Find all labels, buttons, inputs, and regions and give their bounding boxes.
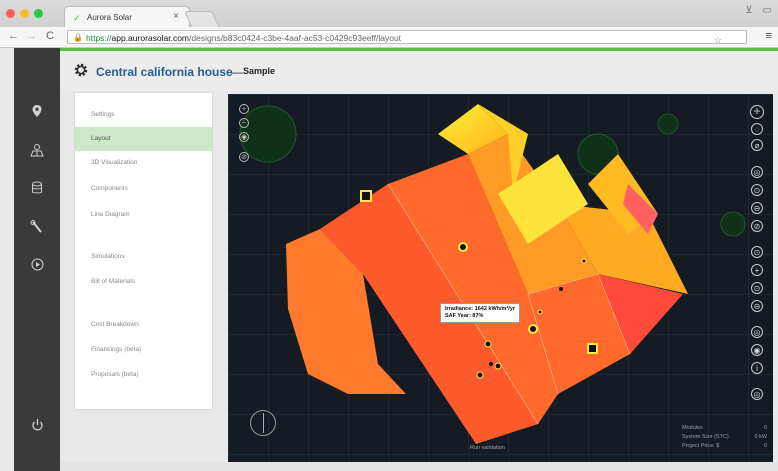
tool-icon[interactable]: ⊖	[751, 202, 763, 214]
project-title: Central california house	[96, 65, 233, 79]
browser-toolbar: ← → C 🔒 https://app.aurorasolar.com/desi…	[0, 27, 778, 48]
nav-item-cost-breakdown[interactable]: Cost Breakdown	[75, 313, 212, 337]
tool-icon[interactable]: ⊖	[751, 300, 763, 312]
settings-gear-icon[interactable]	[73, 62, 89, 78]
close-window-button[interactable]	[6, 9, 15, 18]
tree-shade	[657, 113, 679, 135]
window-buttons: ⊻ ▭	[745, 5, 772, 16]
menu-icon[interactable]: ≡	[766, 30, 772, 42]
title-separator: —	[231, 65, 243, 79]
tool-icon[interactable]: ◎	[751, 326, 763, 338]
rotate-icon[interactable]: ⊘	[239, 152, 249, 162]
nav-item-line-diagram[interactable]: Line Diagram	[75, 203, 212, 227]
window-restore-icon[interactable]: ▭	[763, 5, 772, 16]
irradiance-tooltip: Irradiance: 1642 kWh/m²/yr SAF Year: 87%	[440, 303, 521, 323]
tab-close-icon[interactable]: ×	[173, 11, 179, 22]
system-size-value: 0 kW	[754, 434, 767, 440]
project-header: Central california house — Sample	[60, 51, 778, 91]
bookmark-star-icon[interactable]: ☆	[714, 33, 722, 43]
power-icon[interactable]	[14, 418, 60, 435]
tool-icon[interactable]: ◎	[751, 388, 763, 400]
browser-tab-bar: ✓ Aurora Solar × ⊻ ▭	[0, 0, 778, 28]
center-icon[interactable]: ◉	[239, 132, 249, 142]
database-icon[interactable]	[14, 181, 60, 198]
profile-icon[interactable]: ⊻	[745, 5, 752, 16]
page-footer	[60, 462, 778, 471]
zoom-out-icon[interactable]: −	[239, 118, 249, 128]
zoom-in-icon[interactable]: +	[239, 104, 249, 114]
play-circle-icon[interactable]	[14, 258, 60, 274]
lock-icon: 🔒	[73, 33, 83, 42]
nav-item-settings[interactable]: Settings	[75, 103, 212, 127]
nav-item-financings[interactable]: Financings (beta)	[75, 338, 212, 362]
nav-item-simulations[interactable]: Simulations	[75, 245, 212, 269]
project-subtitle: Sample	[243, 66, 276, 76]
system-size-label: System Size (STC)	[682, 434, 729, 440]
browser-tab[interactable]: ✓ Aurora Solar ×	[64, 6, 190, 27]
aurora-favicon-icon: ✓	[73, 13, 81, 23]
system-stats: Modules 0 System Size (STC) 0 kW Project P…	[682, 425, 767, 452]
tab-title: Aurora Solar	[87, 13, 132, 22]
tool-icon[interactable]: ⊙	[751, 184, 763, 196]
tool-icon[interactable]: ⊘	[751, 220, 763, 232]
nav-item-layout[interactable]: Layout	[75, 127, 212, 151]
forward-icon[interactable]: →	[26, 30, 37, 42]
app-sidebar	[14, 48, 60, 471]
tool-icon[interactable]: ◎	[751, 166, 763, 178]
tool-icon[interactable]: ◉	[751, 344, 763, 356]
roof-irradiance-map[interactable]	[228, 94, 773, 462]
move-tool-icon[interactable]: ✛	[750, 105, 764, 119]
design-nav-panel: Settings Layout 3D Visualization Compone…	[75, 93, 212, 409]
modules-label: Modules	[682, 425, 703, 431]
info-icon[interactable]: i	[751, 362, 763, 374]
minimize-window-button[interactable]	[20, 9, 29, 18]
location-pin-icon[interactable]	[14, 104, 60, 121]
tool-icon[interactable]: ⊙	[751, 246, 763, 258]
nav-item-components[interactable]: Components	[75, 177, 212, 201]
tool-icon[interactable]: ⌀	[751, 139, 763, 151]
tool-icon[interactable]: ⊙	[751, 282, 763, 294]
add-icon[interactable]: +	[751, 264, 763, 276]
url-path: /designs/b83c0424-c3be-4aaf-ac53-c0429c9…	[189, 33, 402, 43]
nav-item-3d-visualization[interactable]: 3D Visualization	[75, 151, 212, 175]
compass-icon	[250, 410, 276, 436]
irradiance-value: Irradiance: 1642 kWh/m²/yr	[445, 306, 516, 312]
modules-value: 0	[763, 425, 767, 431]
maximize-window-button[interactable]	[34, 9, 43, 18]
project-price-label: Project Price: $	[682, 443, 720, 449]
wrench-icon[interactable]	[14, 220, 60, 237]
tool-icon[interactable]: ◌	[751, 123, 763, 135]
url-host: app.aurorasolar.com	[111, 33, 190, 43]
window-controls	[6, 9, 43, 18]
nav-item-bill-of-materials[interactable]: Bill of Materials	[75, 270, 212, 294]
url-scheme: https://	[86, 33, 112, 43]
project-price-value: 0	[763, 443, 767, 449]
tree-shade	[720, 211, 746, 237]
nav-item-proposals[interactable]: Proposals (beta)	[75, 363, 212, 387]
reload-icon[interactable]: C	[46, 30, 54, 42]
design-canvas[interactable]: + − ◉ ⊘ ✛ ◌ ⌀ ◎ ⊙ ⊖ ⊘ ⊙ + ⊙ ⊖ ◎ ◉ i ◎ Ir…	[228, 94, 773, 462]
back-icon[interactable]: ←	[8, 30, 19, 42]
address-bar[interactable]: 🔒 https://app.aurorasolar.com/designs/b8…	[67, 30, 747, 44]
solar-panel-icon[interactable]	[14, 143, 60, 160]
saf-value: SAF Year: 87%	[445, 313, 484, 319]
run-validation-button[interactable]: Run validation	[470, 445, 505, 451]
